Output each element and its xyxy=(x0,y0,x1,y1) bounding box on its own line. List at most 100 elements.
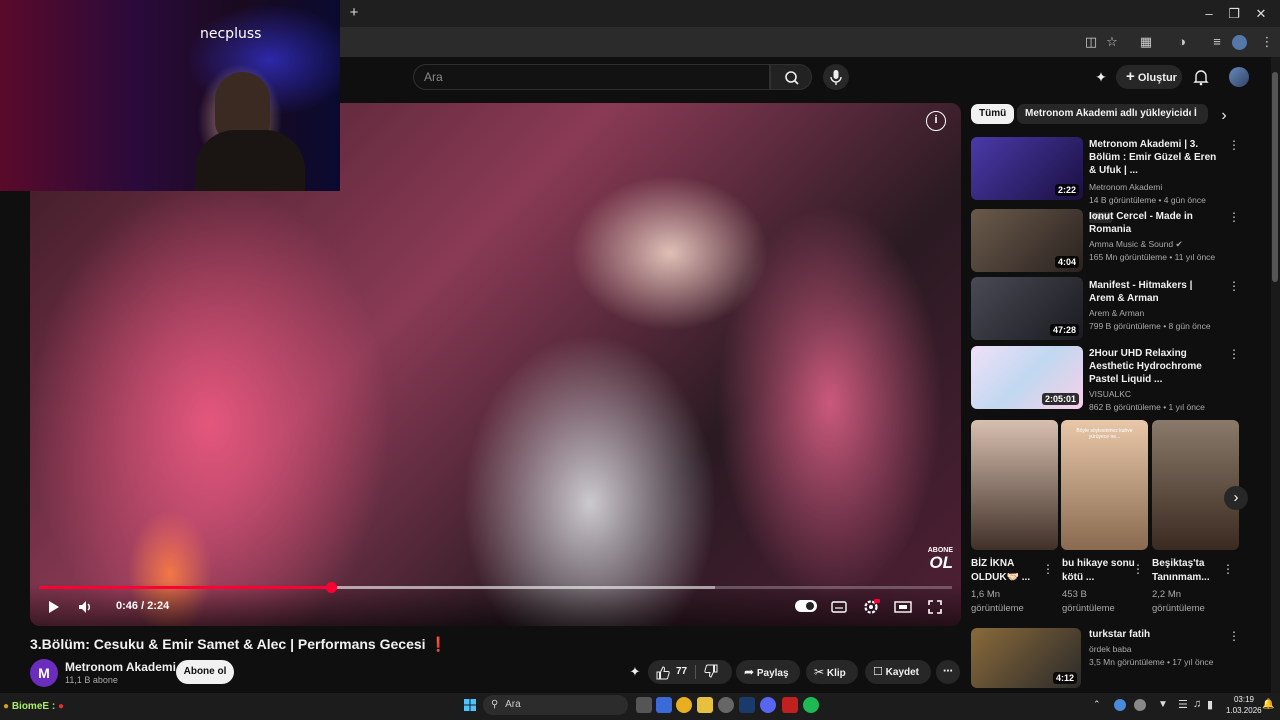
save-button[interactable]: ☐ Kaydet xyxy=(865,660,931,684)
subscriber-count: 11,1 B abone xyxy=(65,675,118,685)
theater-mode-button[interactable] xyxy=(892,596,914,618)
rec-thumbnail-1[interactable]: 2:22 xyxy=(971,137,1083,200)
chip-all[interactable]: Tümü xyxy=(971,104,1015,124)
restore-icon[interactable]: ❐ xyxy=(1225,5,1243,23)
discord-icon[interactable] xyxy=(760,697,776,713)
short-info-2[interactable]: bu hikaye sonu kötü ... 453 B görüntülem… xyxy=(1062,557,1142,616)
short-info-1[interactable]: BİZ İKNA OLDUK🤝🏻 ... 1,6 Mn görüntüleme xyxy=(971,557,1051,616)
mute-button[interactable] xyxy=(75,596,97,618)
task-view-icon[interactable] xyxy=(636,697,652,713)
settings-button[interactable] xyxy=(860,596,882,618)
rec-info-5[interactable]: turkstar fatih ördek baba 3,5 Mn görüntü… xyxy=(1089,628,1219,669)
notification-center-icon[interactable]: 🔔 xyxy=(1262,699,1274,710)
short-menu-icon[interactable]: ⋮ xyxy=(1042,562,1054,576)
rec-menu-icon[interactable]: ⋮ xyxy=(1228,279,1240,293)
info-icon[interactable]: i xyxy=(926,111,946,131)
reading-list-icon[interactable]: ≡ xyxy=(1208,33,1226,51)
rec-title: Manifest - Hitmakers | Arem & Arman xyxy=(1089,280,1193,304)
spotify-icon[interactable] xyxy=(803,697,819,713)
microphone-tray-icon[interactable]: ▼ xyxy=(1158,699,1168,710)
short-menu-icon[interactable]: ⋮ xyxy=(1222,562,1234,576)
subtitles-button[interactable] xyxy=(828,596,850,618)
obs-icon[interactable] xyxy=(782,697,798,713)
share-button[interactable]: ➦ Paylaş xyxy=(736,660,800,684)
short-title: Beşiktaş'ta Tanınmam... xyxy=(1152,558,1210,583)
rec-thumbnail-4[interactable]: 2:05:01 xyxy=(971,346,1083,409)
rec-thumbnail-3[interactable]: 47:28 xyxy=(971,277,1083,340)
browser-menu-icon[interactable]: ⋮ xyxy=(1258,33,1276,51)
overlay-emote-icon: ● xyxy=(57,701,64,712)
rec-menu-icon[interactable]: ⋮ xyxy=(1228,347,1240,361)
settings-app-icon[interactable] xyxy=(718,697,734,713)
taskbar-clock[interactable]: 03:19 1.03.2026 xyxy=(1226,694,1262,716)
ask-ai-sparkle-icon[interactable]: ✦ xyxy=(627,664,643,680)
windows-start-button[interactable] xyxy=(462,697,478,713)
taskbar-search[interactable]: ⚲ Ara xyxy=(483,695,628,715)
clip-button[interactable]: ✂ Klip xyxy=(806,660,858,684)
progress-played xyxy=(39,586,331,589)
rec-channel: Amma Music & Sound ✔ xyxy=(1089,238,1219,251)
file-explorer-icon[interactable] xyxy=(697,697,713,713)
bookmark-star-icon[interactable]: ☆ xyxy=(1103,33,1121,51)
short-thumbnail-1[interactable] xyxy=(971,420,1058,550)
voice-search-button[interactable] xyxy=(823,64,849,90)
plus-icon: + xyxy=(1126,68,1135,85)
like-button[interactable] xyxy=(656,660,670,684)
rec-info-4[interactable]: 2Hour UHD Relaxing Aesthetic Hydrochrome… xyxy=(1089,347,1219,414)
copilot-icon[interactable] xyxy=(656,697,672,713)
thumbs-up-icon xyxy=(656,666,670,680)
rec-thumbnail-5[interactable]: 4:12 xyxy=(971,628,1081,688)
play-button[interactable] xyxy=(42,596,64,618)
notifications-button[interactable] xyxy=(1192,68,1210,86)
tray-app-icon[interactable] xyxy=(1134,699,1146,711)
abone-ol-watermark[interactable]: ABONE OL xyxy=(923,547,953,571)
subscribe-button[interactable]: Abone ol xyxy=(176,660,234,684)
profile-avatar[interactable] xyxy=(1232,35,1247,50)
clock-date: 1.03.2026 xyxy=(1226,706,1262,715)
chip-related[interactable]: İ xyxy=(1191,104,1205,124)
wifi-icon[interactable]: ☰ xyxy=(1178,698,1188,711)
minimize-icon[interactable]: – xyxy=(1200,5,1218,23)
rec-menu-icon[interactable]: ⋮ xyxy=(1228,210,1240,224)
battery-icon[interactable]: ▮ xyxy=(1207,698,1213,711)
more-actions-button[interactable]: ⋯ xyxy=(936,660,960,684)
youtube-premium-icon[interactable]: ✦ xyxy=(1092,68,1110,86)
install-app-icon[interactable]: ◫ xyxy=(1082,33,1100,51)
tray-app-icon[interactable] xyxy=(1114,699,1126,711)
chrome-icon[interactable] xyxy=(676,697,692,713)
rec-menu-icon[interactable]: ⋮ xyxy=(1228,629,1240,643)
new-tab-plus-icon[interactable]: + xyxy=(346,5,362,21)
channel-name[interactable]: Metronom Akademi xyxy=(65,660,176,674)
autoplay-toggle[interactable] xyxy=(795,600,817,612)
chip-from-uploader[interactable]: Metronom Akademi adlı yükleyiciden xyxy=(1017,104,1209,124)
incognito-icon[interactable]: ◑ xyxy=(1173,33,1191,51)
search-button[interactable] xyxy=(770,64,812,90)
chips-next-button[interactable]: › xyxy=(1210,104,1238,128)
short-menu-icon[interactable]: ⋮ xyxy=(1132,562,1144,576)
steam-icon[interactable] xyxy=(739,697,755,713)
close-icon[interactable]: ✕ xyxy=(1252,5,1270,23)
account-avatar[interactable] xyxy=(1229,67,1249,87)
shorts-next-button[interactable]: › xyxy=(1224,486,1248,510)
tray-chevron-up-icon[interactable]: ⌃ xyxy=(1093,699,1101,710)
share-label: Paylaş xyxy=(756,668,789,679)
rec-menu-icon[interactable]: ⋮ xyxy=(1228,138,1240,152)
extensions-icon[interactable]: ▦ xyxy=(1137,33,1155,51)
dislike-button[interactable] xyxy=(704,660,718,684)
fullscreen-button[interactable] xyxy=(924,596,946,618)
rec-meta: 799 B görüntüleme • 8 gün önce xyxy=(1089,321,1211,331)
search-input[interactable]: Ara xyxy=(413,64,770,90)
create-button[interactable]: + Oluştur xyxy=(1116,65,1182,89)
duration-badge: 4:12 xyxy=(1052,672,1077,684)
short-thumbnail-3[interactable] xyxy=(1152,420,1239,550)
rec-meta: 165 Mn görüntüleme • 11 yıl önce xyxy=(1089,252,1216,262)
rec-info-3[interactable]: Manifest - Hitmakers | Arem & Arman Arem… xyxy=(1089,279,1219,333)
scrollbar-thumb[interactable] xyxy=(1272,72,1278,282)
rec-info-2[interactable]: Ionut Cercel - Made in Romania Amma Musi… xyxy=(1089,210,1219,264)
short-info-3[interactable]: Beşiktaş'ta Tanınmam... 2,2 Mn görüntüle… xyxy=(1152,557,1232,616)
rec-thumbnail-2[interactable]: 4:04 xyxy=(971,209,1083,272)
short-thumbnail-2[interactable]: Böyle söylesinmez kahve yürüyece ne... xyxy=(1061,420,1148,550)
progress-scrubber[interactable] xyxy=(326,582,337,593)
volume-tray-icon[interactable]: ♫ xyxy=(1193,698,1201,710)
channel-avatar[interactable]: M xyxy=(30,659,58,687)
